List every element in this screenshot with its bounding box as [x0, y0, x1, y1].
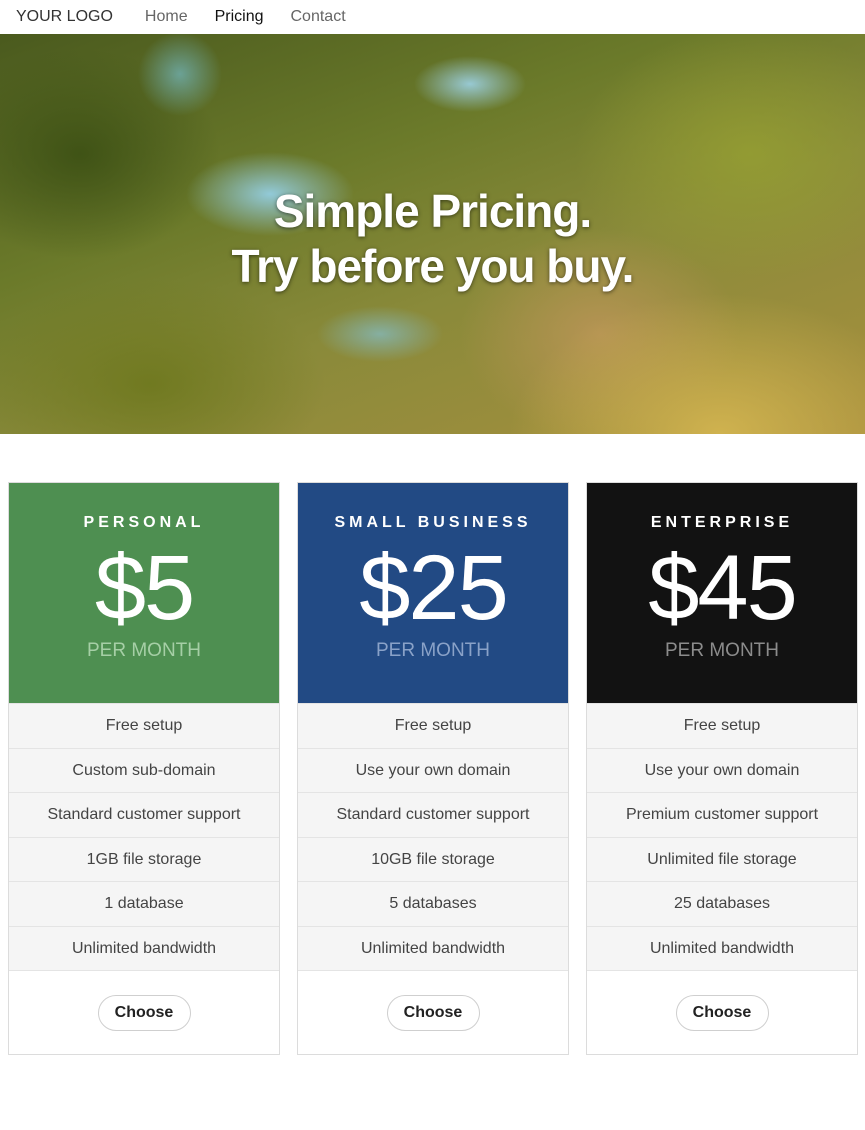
feature-item: Premium customer support [587, 792, 857, 837]
plan-header: PERSONAL $5 PER MONTH [9, 483, 279, 703]
feature-item: Unlimited bandwidth [298, 925, 568, 970]
hero-title: Simple Pricing. Try before you buy. [0, 184, 865, 294]
plan-name: ENTERPRISE [650, 514, 794, 531]
feature-item: 5 databases [298, 881, 568, 926]
plan-footer: Choose [9, 970, 279, 1054]
feature-item: Use your own domain [587, 747, 857, 792]
feature-item: Free setup [587, 703, 857, 748]
pricing-table: PERSONAL $5 PER MONTH Free setup Custom … [8, 482, 858, 1055]
feature-item: 10GB file storage [298, 836, 568, 881]
feature-item: Standard customer support [9, 792, 279, 837]
feature-item: Unlimited bandwidth [9, 925, 279, 970]
choose-personal-button[interactable]: Choose [97, 994, 191, 1031]
feature-item: Use your own domain [298, 747, 568, 792]
plan-name: PERSONAL [83, 514, 205, 531]
feature-list: Free setup Custom sub-domain Standard cu… [9, 703, 279, 970]
hero-title-line2: Try before you buy. [231, 240, 635, 292]
plan-header: ENTERPRISE $45 PER MONTH [587, 483, 857, 703]
top-nav: YOUR LOGO Home Pricing Contact [0, 0, 865, 34]
logo-link[interactable]: YOUR LOGO [16, 8, 113, 26]
nav-link-home[interactable]: Home [145, 8, 188, 26]
feature-list: Free setup Use your own domain Standard … [298, 703, 568, 970]
plan-footer: Choose [587, 970, 857, 1054]
feature-item: 25 databases [587, 881, 857, 926]
nav-link-pricing[interactable]: Pricing [215, 8, 264, 26]
choose-small-business-button[interactable]: Choose [386, 994, 480, 1031]
feature-item: 1 database [9, 881, 279, 926]
hero-title-line1: Simple Pricing. [273, 185, 592, 237]
feature-item: 1GB file storage [9, 836, 279, 881]
plan-price: $45 [648, 537, 798, 639]
plan-name: SMALL BUSINESS [334, 514, 532, 531]
plan-price: $5 [94, 537, 195, 639]
plan-header: SMALL BUSINESS $25 PER MONTH [298, 483, 568, 703]
plan-period: PER MONTH [376, 640, 490, 661]
plan-period: PER MONTH [665, 640, 779, 661]
plan-card-enterprise: ENTERPRISE $45 PER MONTH Free setup Use … [586, 482, 858, 1055]
feature-item: Free setup [9, 703, 279, 748]
plan-footer: Choose [298, 970, 568, 1054]
plan-card-personal: PERSONAL $5 PER MONTH Free setup Custom … [8, 482, 280, 1055]
plan-price: $25 [359, 537, 509, 639]
feature-item: Free setup [298, 703, 568, 748]
plan-period: PER MONTH [87, 640, 201, 661]
hero-banner: Simple Pricing. Try before you buy. [0, 34, 865, 434]
nav-link-contact[interactable]: Contact [291, 8, 346, 26]
feature-item: Unlimited bandwidth [587, 925, 857, 970]
feature-item: Standard customer support [298, 792, 568, 837]
feature-list: Free setup Use your own domain Premium c… [587, 703, 857, 970]
plan-card-small-business: SMALL BUSINESS $25 PER MONTH Free setup … [297, 482, 569, 1055]
feature-item: Custom sub-domain [9, 747, 279, 792]
choose-enterprise-button[interactable]: Choose [675, 994, 769, 1031]
feature-item: Unlimited file storage [587, 836, 857, 881]
